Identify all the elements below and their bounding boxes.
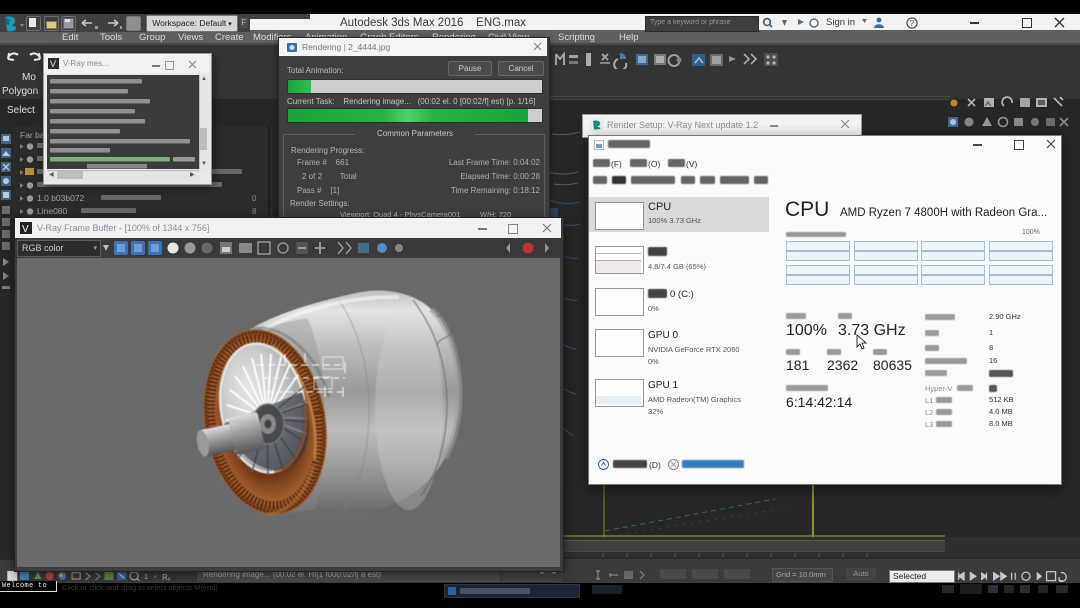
- svg-text:8: 8: [252, 207, 257, 216]
- svg-text:V: V: [50, 59, 56, 69]
- svg-text:1.0 b03b072: 1.0 b03b072: [37, 193, 85, 203]
- svg-text:V: V: [22, 224, 29, 234]
- svg-text:?: ?: [910, 19, 915, 28]
- svg-text:0: 0: [252, 194, 257, 203]
- svg-text:Line080: Line080: [37, 206, 68, 216]
- svg-text:+: +: [153, 572, 157, 581]
- svg-text:Far ba: Far ba: [20, 130, 45, 140]
- svg-text:Rₓ: Rₓ: [162, 573, 171, 582]
- svg-text:1: 1: [144, 572, 148, 581]
